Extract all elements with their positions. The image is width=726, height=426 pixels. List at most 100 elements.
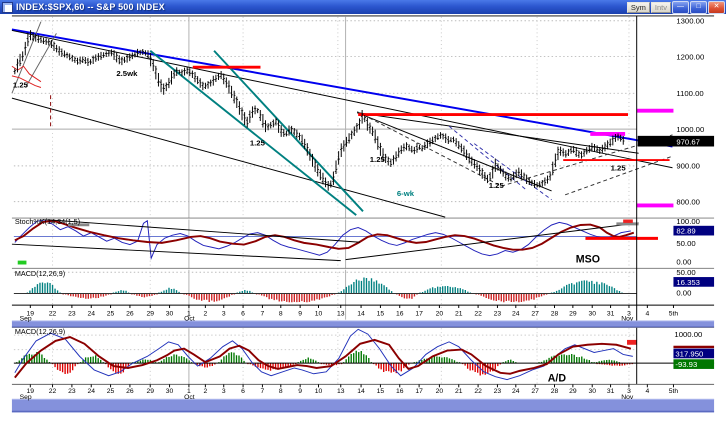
svg-text:-93.93: -93.93 <box>675 360 697 369</box>
svg-text:MACD(12,26,9): MACD(12,26,9) <box>15 327 65 336</box>
svg-text:3: 3 <box>222 311 226 318</box>
svg-text:9: 9 <box>298 311 302 318</box>
svg-text:20: 20 <box>436 388 444 395</box>
svg-text:30: 30 <box>166 388 174 395</box>
svg-text:24: 24 <box>87 388 95 395</box>
svg-text:8: 8 <box>279 388 283 395</box>
svg-text:100.00: 100.00 <box>676 217 700 226</box>
svg-text:6: 6 <box>241 311 245 318</box>
svg-text:2: 2 <box>203 388 207 395</box>
svg-text:29: 29 <box>146 311 154 318</box>
svg-text:23: 23 <box>68 311 76 318</box>
svg-text:22: 22 <box>474 388 482 395</box>
svg-text:4: 4 <box>645 388 649 395</box>
svg-text:5th: 5th <box>669 311 679 318</box>
svg-text:7: 7 <box>261 388 265 395</box>
svg-text:7: 7 <box>261 311 265 318</box>
svg-text:27: 27 <box>531 388 539 395</box>
close-button[interactable]: ✕ <box>708 1 725 14</box>
app-icon <box>2 1 13 13</box>
svg-text:30: 30 <box>588 388 596 395</box>
svg-text:20: 20 <box>436 311 444 318</box>
svg-text:24: 24 <box>87 311 95 318</box>
minimize-button[interactable]: — <box>672 1 689 14</box>
svg-text:1300.00: 1300.00 <box>676 17 704 26</box>
svg-text:Stoch%K(14,34(1,5): Stoch%K(14,34(1,5) <box>15 217 80 226</box>
svg-text:29: 29 <box>569 311 577 318</box>
svg-text:1.25: 1.25 <box>611 164 627 173</box>
svg-text:5th: 5th <box>669 388 679 395</box>
svg-text:2.5wk: 2.5wk <box>116 69 138 78</box>
svg-text:Oct: Oct <box>184 316 195 323</box>
svg-text:16.353: 16.353 <box>676 278 700 287</box>
svg-text:8: 8 <box>279 311 283 318</box>
stoch-green-marker <box>17 260 27 265</box>
ad-red-marker <box>627 339 637 345</box>
svg-text:14: 14 <box>357 388 365 395</box>
svg-text:27: 27 <box>531 311 539 318</box>
svg-text:317.950: 317.950 <box>675 349 703 358</box>
svg-text:28: 28 <box>551 311 559 318</box>
svg-text:17: 17 <box>415 311 423 318</box>
svg-text:30: 30 <box>166 311 174 318</box>
chart-application-window: INDEX:$SPX,60 -- S&P 500 INDEX Sym Intv … <box>0 0 726 426</box>
svg-text:9: 9 <box>298 388 302 395</box>
svg-text:50.00: 50.00 <box>676 268 695 277</box>
svg-text:17: 17 <box>415 388 423 395</box>
svg-text:10: 10 <box>315 388 323 395</box>
svg-text:24: 24 <box>512 388 520 395</box>
svg-text:1.25: 1.25 <box>370 155 386 164</box>
svg-text:21: 21 <box>455 388 463 395</box>
svg-text:29: 29 <box>569 388 577 395</box>
svg-text:MACD(12,26,9): MACD(12,26,9) <box>15 269 65 278</box>
intv-button[interactable]: Intv <box>650 2 671 13</box>
svg-text:MSO: MSO <box>576 254 600 266</box>
svg-text:1000.00: 1000.00 <box>676 125 704 134</box>
svg-text:82.89: 82.89 <box>676 227 695 236</box>
svg-text:900.00: 900.00 <box>676 162 700 171</box>
svg-text:13: 13 <box>337 388 345 395</box>
svg-text:Nov: Nov <box>621 316 634 323</box>
svg-text:1000.00: 1000.00 <box>674 330 702 339</box>
svg-text:16: 16 <box>396 311 404 318</box>
svg-text:23: 23 <box>494 311 502 318</box>
sym-button[interactable]: Sym <box>626 2 650 13</box>
svg-text:1200.00: 1200.00 <box>676 52 704 61</box>
svg-text:22: 22 <box>49 388 57 395</box>
svg-text:15: 15 <box>377 388 385 395</box>
svg-text:22: 22 <box>474 311 482 318</box>
svg-text:800.00: 800.00 <box>676 198 700 207</box>
svg-text:3: 3 <box>222 388 226 395</box>
svg-text:30: 30 <box>588 311 596 318</box>
svg-text:Nov: Nov <box>621 394 634 401</box>
svg-text:10: 10 <box>315 311 323 318</box>
svg-text:50.00: 50.00 <box>676 239 695 248</box>
svg-text:0.00: 0.00 <box>676 257 691 266</box>
ad-marks <box>627 339 637 345</box>
svg-text:Oct: Oct <box>184 394 195 401</box>
window-titlebar[interactable]: INDEX:$SPX,60 -- S&P 500 INDEX Sym Intv … <box>0 0 726 14</box>
svg-text:29: 29 <box>146 388 154 395</box>
svg-text:1100.00: 1100.00 <box>676 89 703 98</box>
svg-text:6-wk: 6-wk <box>397 189 415 198</box>
svg-text:1.25: 1.25 <box>489 181 505 190</box>
svg-text:Sep: Sep <box>20 316 32 323</box>
svg-text:23: 23 <box>68 388 76 395</box>
maximize-button[interactable]: □ <box>690 1 707 14</box>
svg-text:23: 23 <box>494 388 502 395</box>
svg-text:22: 22 <box>49 311 57 318</box>
chart-area[interactable]: 1300.00 1200.00 1100.00 1000.00 900.00 800.00… <box>0 14 726 426</box>
svg-text:0.00: 0.00 <box>676 288 691 297</box>
svg-text:14: 14 <box>357 311 365 318</box>
svg-text:A/D: A/D <box>548 373 567 385</box>
svg-text:4: 4 <box>645 311 649 318</box>
svg-text:1.25: 1.25 <box>250 139 266 148</box>
svg-text:25: 25 <box>107 388 115 395</box>
svg-text:26: 26 <box>126 388 134 395</box>
window-title: INDEX:$SPX,60 -- S&P 500 INDEX <box>16 2 165 12</box>
svg-text:31: 31 <box>607 311 615 318</box>
svg-text:Sep: Sep <box>20 394 32 401</box>
svg-text:1.25: 1.25 <box>13 81 29 90</box>
svg-text:21: 21 <box>455 311 463 318</box>
svg-text:13: 13 <box>337 311 345 318</box>
